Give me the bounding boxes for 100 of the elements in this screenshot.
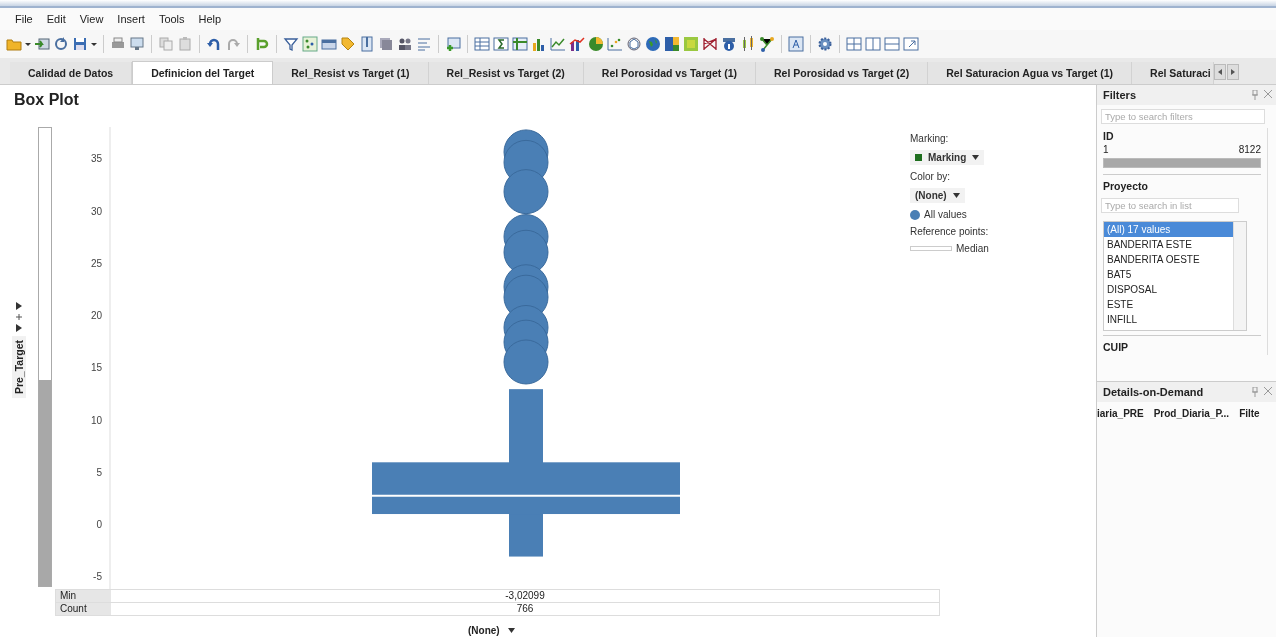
treemap-icon[interactable] xyxy=(664,36,680,52)
legend-label: Reference points: xyxy=(910,226,989,237)
outlier-point xyxy=(503,169,549,215)
bar-chart-icon[interactable] xyxy=(531,36,547,52)
list-item[interactable]: BANDERITA OESTE xyxy=(1104,252,1233,267)
scatter-plot-icon[interactable] xyxy=(607,36,623,52)
globe-icon[interactable] xyxy=(645,36,661,52)
tab[interactable]: Rel Porosidad vs Target (2) xyxy=(756,62,929,84)
combo-chart-icon[interactable] xyxy=(569,36,585,52)
y-axis-selector[interactable]: Pre_Target xyxy=(12,335,26,399)
y-tick-label: 35 xyxy=(90,153,102,165)
tab[interactable]: Rel Saturacion Agua vs Target (1) xyxy=(928,62,1133,84)
x-axis-selector[interactable]: (None) xyxy=(464,624,519,637)
text-area-icon[interactable] xyxy=(788,36,804,52)
close-icon[interactable] xyxy=(1264,387,1272,395)
plus-icon[interactable] xyxy=(16,313,22,320)
filter-name: ID xyxy=(1102,129,1115,144)
median-line-swatch xyxy=(910,246,952,251)
pie-chart-icon[interactable] xyxy=(588,36,604,52)
column-header[interactable]: Filte xyxy=(1239,408,1260,419)
list-item[interactable]: BANDERITA ESTE xyxy=(1104,237,1233,252)
menu-item[interactable]: View xyxy=(72,13,111,25)
marking-dropdown[interactable]: Marking xyxy=(910,150,985,165)
bookmark-icon[interactable] xyxy=(359,36,375,52)
range-slider[interactable] xyxy=(1103,158,1261,168)
list-item[interactable]: (All) 17 values xyxy=(1104,222,1233,237)
pin-icon[interactable] xyxy=(1252,387,1258,397)
layout-columns-icon[interactable] xyxy=(865,36,881,52)
refresh-icon[interactable] xyxy=(53,36,69,52)
add-window-icon[interactable] xyxy=(445,36,461,52)
menu-item[interactable]: Tools xyxy=(151,13,192,25)
caret-icon xyxy=(507,628,515,633)
table-icon[interactable] xyxy=(474,36,490,52)
legend-label: Median xyxy=(956,243,989,254)
undo-icon[interactable] xyxy=(206,36,222,52)
stat-value: 766 xyxy=(515,603,535,615)
legend-label: Color by: xyxy=(910,171,951,182)
list-item[interactable]: ESTE xyxy=(1104,297,1233,312)
parallel-coordinates-icon[interactable] xyxy=(702,36,718,52)
y-tick-label: 20 xyxy=(90,310,102,321)
menu-item[interactable]: Insert xyxy=(110,13,152,25)
export-icon[interactable] xyxy=(34,36,50,52)
scroll-right-icon[interactable] xyxy=(1226,64,1239,80)
people-icon[interactable] xyxy=(397,36,413,52)
y-tick-label: 5 xyxy=(96,466,102,478)
range-max: 8122 xyxy=(1238,144,1261,155)
network-icon[interactable] xyxy=(759,36,775,52)
color-by-dropdown[interactable]: (None) xyxy=(910,188,965,203)
tab[interactable]: Rel_Resist vs Target (2) xyxy=(428,62,584,84)
tab[interactable]: Rel Porosidad vs Target (1) xyxy=(583,62,756,84)
sigma-table-icon[interactable] xyxy=(493,36,509,52)
stat-label: Count xyxy=(56,603,111,615)
panel-title: Filters xyxy=(1103,89,1136,101)
reset-arrow-icon[interactable] xyxy=(254,36,270,52)
settings-icon[interactable] xyxy=(817,36,833,52)
layout-rows-icon[interactable] xyxy=(884,36,900,52)
caret-icon[interactable] xyxy=(16,323,22,332)
search-field[interactable]: Type to search filters xyxy=(1101,109,1265,124)
crosstab-icon[interactable] xyxy=(512,36,528,52)
caret-icon xyxy=(972,155,980,160)
window-icon[interactable] xyxy=(321,36,337,52)
maximize-icon[interactable] xyxy=(903,36,919,52)
filter-name: Proyecto xyxy=(1102,179,1149,194)
line-chart-icon[interactable] xyxy=(550,36,566,52)
stat-value: -3,02099 xyxy=(504,590,546,602)
menu-item[interactable]: Help xyxy=(191,13,229,25)
list-item[interactable]: INFILL xyxy=(1104,312,1233,327)
list-item[interactable]: BAT5 xyxy=(1104,267,1233,282)
menu-item[interactable]: Edit xyxy=(39,13,73,25)
list-box[interactable]: (All) 17 values BANDERITA ESTE BANDERITA OESTE BAT5 DISPOSAL ESTE INFILL xyxy=(1103,221,1247,331)
monitor-icon[interactable] xyxy=(129,36,145,52)
search-field[interactable]: Type to search in list xyxy=(1101,198,1239,213)
tag-icon[interactable] xyxy=(340,36,356,52)
layout-grid-icon[interactable] xyxy=(846,36,862,52)
filter-name: CUIP xyxy=(1102,340,1130,355)
expand-arrow-icon[interactable] xyxy=(16,301,22,310)
range-min: 1 xyxy=(1103,144,1109,155)
menu-item[interactable]: File xyxy=(8,13,40,25)
y-tick-label: 0 xyxy=(96,519,102,530)
legend-label: Marking: xyxy=(910,133,950,144)
tab[interactable]: Rel_Resist vs Target (1) xyxy=(273,62,429,84)
visualization-title: Box Plot xyxy=(13,90,80,110)
filter-icon[interactable] xyxy=(283,36,299,52)
list-item[interactable]: DISPOSAL xyxy=(1104,282,1233,297)
layers-icon[interactable] xyxy=(378,36,394,52)
save-icon[interactable] xyxy=(72,36,88,52)
scroll-bar[interactable] xyxy=(38,127,52,587)
pin-icon[interactable] xyxy=(1252,90,1258,100)
tab[interactable]: Rel Saturaci xyxy=(1132,62,1214,84)
panel-title: Details-on-Demand xyxy=(1103,386,1204,398)
candlestick-icon[interactable] xyxy=(740,36,756,52)
column-header[interactable]: Prod_Diaria_P... xyxy=(1153,408,1230,419)
close-icon[interactable] xyxy=(1264,90,1272,98)
scatter-window-icon[interactable] xyxy=(302,36,318,52)
stat-label: Min xyxy=(56,590,111,602)
tab[interactable]: Calidad de Datos xyxy=(10,62,133,84)
y-tick-label: 15 xyxy=(90,362,102,374)
tab[interactable]: Definicion del Target xyxy=(132,61,274,84)
column-header[interactable]: iaria_PRE xyxy=(1097,408,1144,419)
info-icon[interactable] xyxy=(721,36,737,52)
